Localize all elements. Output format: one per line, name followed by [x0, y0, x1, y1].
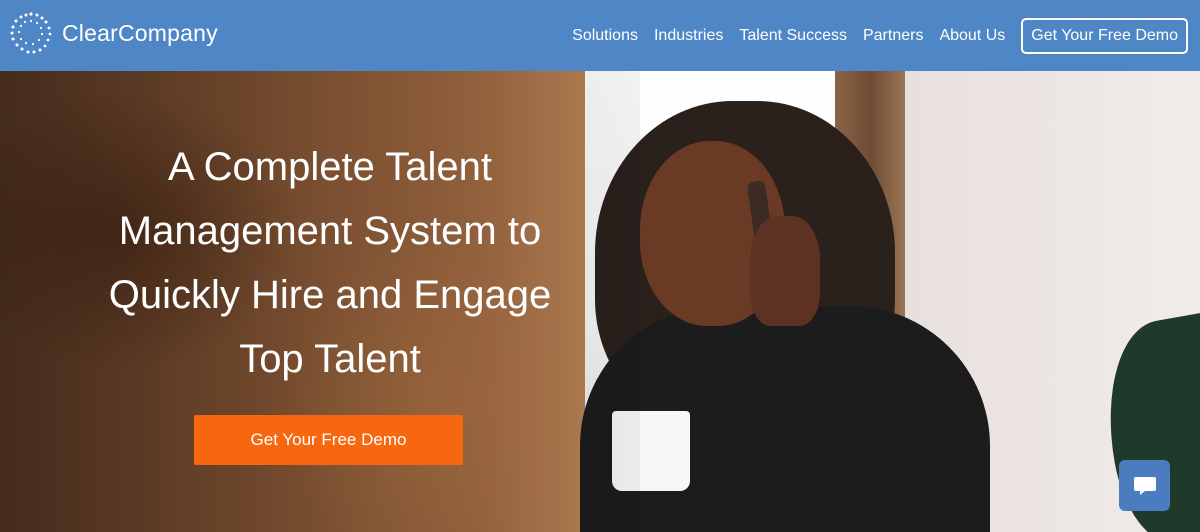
- hero-headline-line: Top Talent: [239, 337, 421, 381]
- chat-bubble-icon: [1133, 476, 1156, 495]
- site-header: ClearCompany Solutions Industries Talent…: [0, 0, 1200, 71]
- nav-partners[interactable]: Partners: [863, 27, 923, 45]
- hero-demo-button[interactable]: Get Your Free Demo: [194, 415, 463, 465]
- hero-hand: [750, 216, 820, 326]
- chat-button[interactable]: [1119, 460, 1170, 511]
- nav-industries[interactable]: Industries: [654, 27, 723, 45]
- hero-section: A Complete Talent Management System to Q…: [0, 71, 1200, 532]
- hero-headline-line: Management System to: [118, 209, 542, 253]
- nav-about-us[interactable]: About Us: [939, 27, 1005, 45]
- logo-text: ClearCompany: [62, 19, 218, 46]
- logo-mark-icon: [10, 12, 52, 54]
- hero-headline-line: A Complete Talent: [168, 145, 492, 189]
- header-demo-button[interactable]: Get Your Free Demo: [1021, 17, 1188, 54]
- main-nav: Solutions Industries Talent Success Part…: [572, 0, 1200, 71]
- hero-headline: A Complete Talent Management System to Q…: [40, 135, 620, 391]
- nav-solutions[interactable]: Solutions: [572, 27, 638, 45]
- nav-talent-success[interactable]: Talent Success: [739, 27, 847, 45]
- hero-headline-line: Quickly Hire and Engage: [108, 273, 552, 317]
- logo[interactable]: ClearCompany: [6, 7, 246, 59]
